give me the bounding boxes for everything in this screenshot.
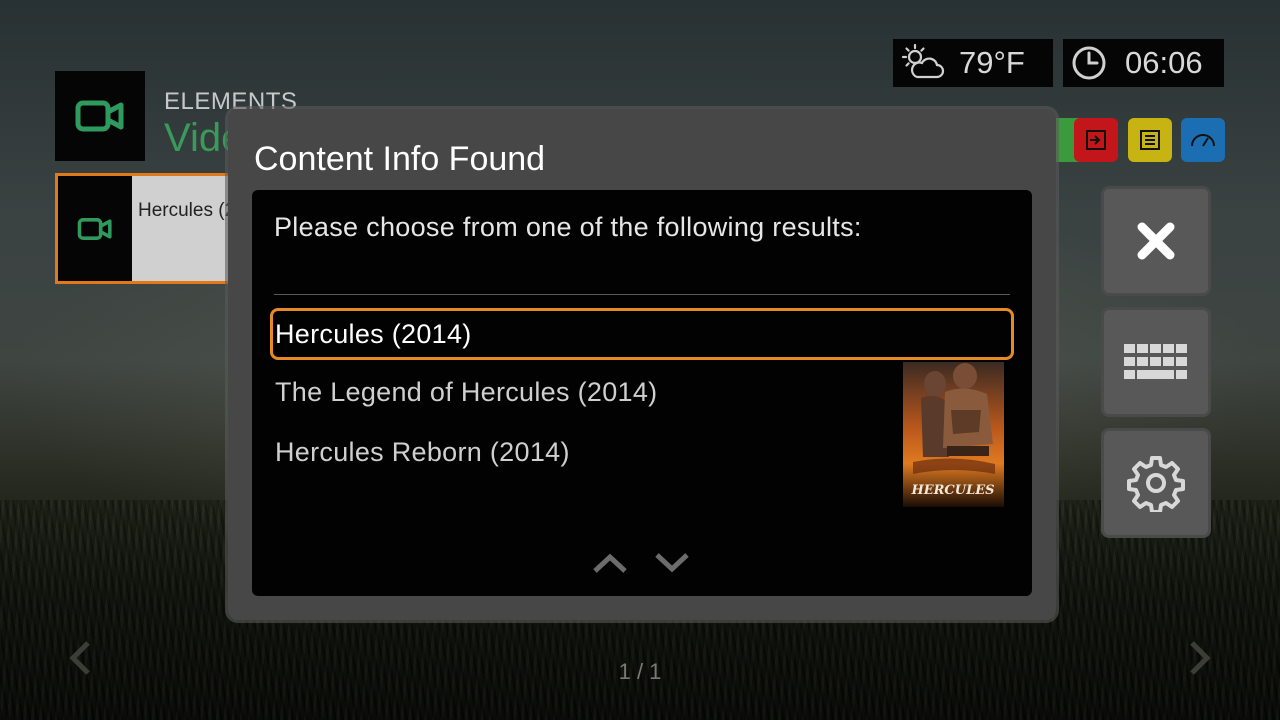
gear-icon (1127, 456, 1185, 512)
file-thumbnail (58, 176, 132, 281)
chevron-down-icon[interactable] (654, 552, 690, 574)
app-icon (55, 71, 145, 161)
clock-widget: 06:06 (1063, 39, 1224, 87)
chevron-up-icon[interactable] (592, 552, 628, 574)
clock-time: 06:06 (1125, 45, 1203, 80)
movie-poster: HERCULES (903, 362, 1004, 507)
dialog-body: Please choose from one of the following … (252, 190, 1032, 596)
video-camera-icon (77, 217, 112, 240)
close-button[interactable] (1101, 186, 1211, 296)
keyboard-icon (1124, 344, 1187, 379)
result-item-selected[interactable]: Hercules (2014) (270, 308, 1014, 360)
gauge-icon (1191, 134, 1215, 147)
file-tile-label: Hercules (2 (138, 200, 236, 221)
video-camera-icon (75, 100, 124, 132)
scroll-arrows (592, 552, 690, 574)
exit-icon (1086, 130, 1106, 150)
close-icon (1137, 222, 1175, 260)
page-indicator: 1 / 1 (618, 659, 662, 684)
divider (274, 294, 1010, 295)
partly-cloudy-icon (901, 43, 945, 79)
yellow-button[interactable] (1128, 118, 1172, 162)
content-info-dialog: Content Info Found Please choose from on… (228, 109, 1056, 620)
settings-button[interactable] (1101, 428, 1211, 538)
list-icon (1140, 130, 1160, 150)
keyboard-button[interactable] (1101, 307, 1211, 417)
red-button[interactable] (1074, 118, 1118, 162)
temperature: 79°F (959, 45, 1025, 80)
dialog-title: Content Info Found (254, 140, 546, 178)
dialog-prompt: Please choose from one of the following … (274, 212, 862, 242)
blue-button[interactable] (1181, 118, 1225, 162)
poster-title: HERCULES (910, 483, 994, 498)
weather-widget: 79°F (893, 39, 1053, 87)
clock-icon (1072, 46, 1106, 80)
